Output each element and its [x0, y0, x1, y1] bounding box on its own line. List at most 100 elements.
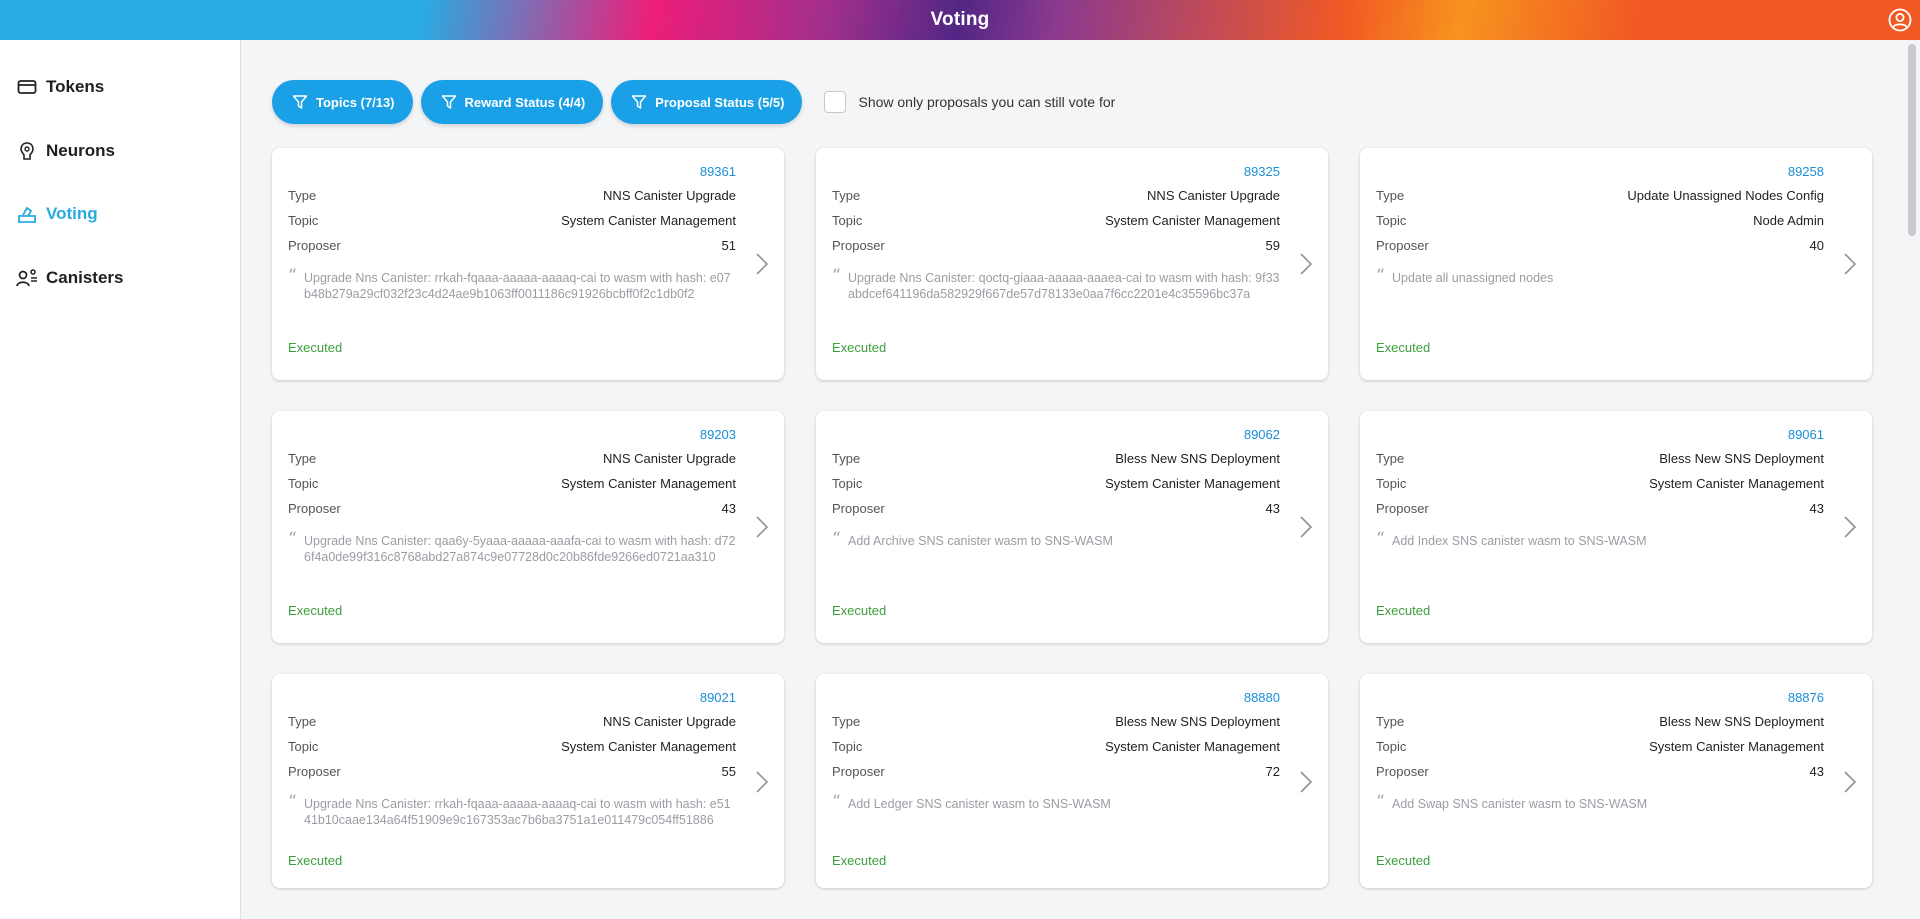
proposal-summary: “ Upgrade Nns Canister: rrkah-fqaaa-aaaaa…: [288, 266, 736, 302]
proposal-id[interactable]: 89203: [700, 427, 736, 442]
proposal-topic-row: Topic System Canister Management: [1376, 739, 1824, 757]
proposal-card[interactable]: 89361 Type NNS Canister Upgrade Topic System…: [272, 148, 784, 380]
proposal-proposer-row: Proposer 55: [288, 764, 736, 782]
proposal-type: NNS Canister Upgrade: [603, 188, 736, 203]
proposal-status: Executed: [832, 340, 887, 355]
proposal-id[interactable]: 89021: [700, 690, 736, 705]
proposal-card[interactable]: 89062 Type Bless New SNS Deployment Topic Sy…: [816, 411, 1328, 643]
scrollbar-thumb[interactable]: [1908, 44, 1916, 236]
proposal-id[interactable]: 88876: [1788, 690, 1824, 705]
quote-icon: “: [1376, 792, 1385, 812]
top-bar: Voting: [0, 0, 1920, 40]
proposal-proposer-row: Proposer 43: [832, 501, 1280, 519]
proposal-summary-text: Add Archive SNS canister wasm to SNS-WAS…: [848, 534, 1113, 548]
proposal-summary: “ Add Index SNS canister wasm to SNS-WASM: [1376, 531, 1824, 549]
proposal-type: NNS Canister Upgrade: [603, 451, 736, 466]
proposal-status: Executed: [1376, 603, 1431, 618]
proposal-id[interactable]: 89361: [700, 164, 736, 179]
quote-icon: “: [832, 792, 841, 812]
chevron-right-icon[interactable]: [1842, 515, 1858, 539]
proposal-proposer-row: Proposer 43: [1376, 501, 1824, 519]
chevron-right-icon[interactable]: [1298, 770, 1314, 794]
proposer-label: Proposer: [288, 238, 341, 253]
wallet-icon: [16, 76, 38, 98]
chevron-right-icon[interactable]: [1842, 252, 1858, 276]
proposal-topic-row: Topic System Canister Management: [832, 213, 1280, 231]
canisters-icon: [16, 267, 38, 289]
proposal-type: Bless New SNS Deployment: [1659, 451, 1824, 466]
topic-label: Topic: [1376, 213, 1407, 228]
proposal-summary: “ Add Archive SNS canister wasm to SNS-WA…: [832, 529, 1280, 549]
proposal-topic: System Canister Management: [1105, 476, 1280, 491]
proposal-card[interactable]: 89021 Type NNS Canister Upgrade Topic System…: [272, 674, 784, 888]
type-label: Type: [832, 188, 861, 203]
proposal-status: Executed: [288, 340, 343, 355]
proposal-status: Executed: [1376, 853, 1431, 868]
proposal-proposer: 43: [1265, 501, 1280, 516]
type-label: Type: [288, 188, 317, 203]
proposal-status-filter-button[interactable]: Proposal Status (5/5): [611, 80, 803, 124]
proposal-type-row: Type NNS Canister Upgrade: [288, 188, 736, 206]
proposal-card[interactable]: 89061 Type Bless New SNS Deployment Topic Sy…: [1360, 411, 1872, 643]
proposal-card[interactable]: 89325 Type NNS Canister Upgrade Topic System…: [816, 148, 1328, 380]
type-label: Type: [1376, 451, 1405, 466]
proposal-status: Executed: [832, 853, 887, 868]
proposal-proposer: 40: [1809, 238, 1824, 253]
proposal-id[interactable]: 89258: [1788, 164, 1824, 179]
quote-icon: “: [832, 529, 841, 549]
proposer-label: Proposer: [1376, 501, 1429, 516]
proposal-topic-row: Topic System Canister Management: [288, 476, 736, 494]
chevron-right-icon[interactable]: [754, 252, 770, 276]
type-label: Type: [1376, 188, 1405, 203]
proposal-type: NNS Canister Upgrade: [603, 714, 736, 729]
proposal-id[interactable]: 89061: [1788, 427, 1824, 442]
chevron-right-icon[interactable]: [1298, 252, 1314, 276]
only-votable-label[interactable]: Show only proposals you can still vote f…: [858, 94, 1115, 110]
type-label: Type: [832, 714, 861, 729]
proposal-topic-row: Topic System Canister Management: [832, 476, 1280, 494]
sidebar-item-voting[interactable]: Voting: [16, 200, 98, 228]
topic-label: Topic: [288, 476, 319, 491]
only-votable-checkbox[interactable]: [824, 91, 847, 113]
reward-status-filter-button[interactable]: Reward Status (4/4): [420, 80, 604, 124]
proposal-id[interactable]: 89325: [1244, 164, 1280, 179]
proposal-type-row: Type NNS Canister Upgrade: [288, 714, 736, 732]
chevron-right-icon[interactable]: [1842, 770, 1858, 794]
proposal-status: Executed: [1376, 340, 1431, 355]
sidebar-item-tokens[interactable]: Tokens: [16, 73, 104, 101]
proposal-card[interactable]: 88876 Type Bless New SNS Deployment Topic Sy…: [1360, 674, 1872, 888]
proposal-type-row: Type Bless New SNS Deployment: [832, 714, 1280, 732]
quote-icon: “: [288, 266, 297, 286]
quote-icon: “: [832, 266, 841, 286]
sidebar-item-canisters[interactable]: Canisters: [16, 264, 123, 292]
proposal-id[interactable]: 89062: [1244, 427, 1280, 442]
topics-filter-button[interactable]: Topics (7/13): [272, 80, 413, 124]
proposal-id[interactable]: 88880: [1244, 690, 1280, 705]
scrollbar[interactable]: [1904, 40, 1920, 919]
proposal-proposer: 43: [1809, 501, 1824, 516]
chevron-right-icon[interactable]: [754, 770, 770, 794]
proposal-proposer: 43: [1809, 764, 1824, 779]
proposal-topic-row: Topic System Canister Management: [288, 739, 736, 757]
type-label: Type: [832, 451, 861, 466]
proposal-card[interactable]: 89258 Type Update Unassigned Nodes Config T…: [1360, 148, 1872, 380]
proposal-type-row: Type NNS Canister Upgrade: [832, 188, 1280, 206]
filter-bar: Topics (7/13) Reward Status (4/4) Propos…: [272, 80, 1115, 124]
proposal-summary: “ Upgrade Nns Canister: qoctq-giaaa-aaaaa…: [832, 266, 1280, 302]
proposal-type: Bless New SNS Deployment: [1115, 451, 1280, 466]
proposal-topic-row: Topic System Canister Management: [288, 213, 736, 231]
proposal-card[interactable]: 89203 Type NNS Canister Upgrade Topic System…: [272, 411, 784, 643]
proposal-status: Executed: [288, 853, 343, 868]
chevron-right-icon[interactable]: [754, 515, 770, 539]
proposal-topic: System Canister Management: [1649, 739, 1824, 754]
proposal-proposer-row: Proposer 43: [288, 501, 736, 519]
sidebar-item-neurons[interactable]: Neurons: [16, 137, 115, 165]
sidebar-item-label: Canisters: [46, 268, 124, 287]
proposal-card[interactable]: 88880 Type Bless New SNS Deployment Topic Sy…: [816, 674, 1328, 888]
proposal-type: NNS Canister Upgrade: [1147, 188, 1280, 203]
proposal-proposer-row: Proposer 51: [288, 238, 736, 256]
proposal-proposer-row: Proposer 40: [1376, 238, 1824, 256]
chevron-right-icon[interactable]: [1298, 515, 1314, 539]
account-icon[interactable]: [1888, 8, 1912, 32]
proposal-topic: System Canister Management: [561, 213, 736, 228]
